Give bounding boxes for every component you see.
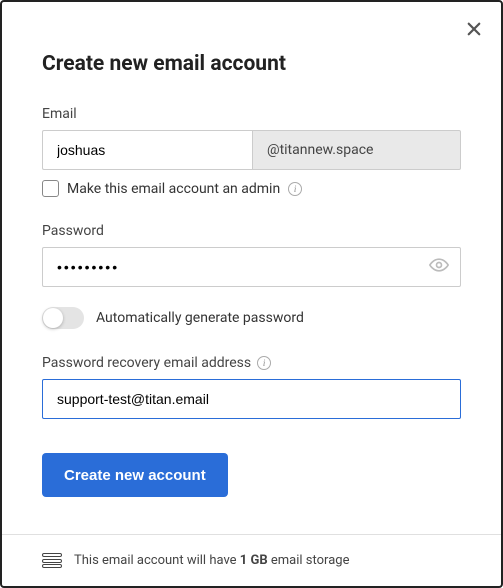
email-row: @titannew.space (42, 130, 461, 170)
autogen-toggle-label: Automatically generate password (96, 310, 304, 326)
email-label: Email (42, 106, 461, 122)
recovery-label: Password recovery email address i (42, 355, 461, 371)
admin-info-icon[interactable]: i (288, 182, 302, 196)
storage-icon (42, 553, 62, 568)
close-icon (465, 20, 483, 38)
modal-title: Create new email account (42, 52, 461, 76)
storage-footer: This email account will have 1 GB email … (2, 534, 501, 586)
toggle-knob (43, 308, 63, 328)
email-local-input[interactable] (42, 130, 252, 170)
autogen-toggle-row: Automatically generate password (42, 307, 461, 329)
create-account-button[interactable]: Create new account (42, 453, 228, 497)
close-button[interactable] (465, 20, 483, 42)
password-input[interactable] (42, 247, 461, 287)
password-label: Password (42, 223, 461, 239)
eye-icon (429, 255, 449, 275)
recovery-label-text: Password recovery email address (42, 355, 251, 371)
password-visibility-toggle[interactable] (429, 255, 449, 279)
password-field-wrap (42, 247, 461, 287)
recovery-email-input[interactable] (42, 379, 461, 419)
admin-checkbox-label: Make this email account an admin (67, 181, 280, 197)
autogen-toggle[interactable] (42, 307, 84, 329)
recovery-info-icon[interactable]: i (257, 356, 271, 370)
admin-checkbox[interactable] (42, 180, 59, 197)
email-domain-box: @titannew.space (252, 130, 461, 170)
storage-text: This email account will have 1 GB email … (74, 553, 349, 568)
admin-checkbox-row: Make this email account an admin i (42, 180, 461, 197)
create-email-modal: Create new email account Email @titannew… (2, 2, 501, 497)
